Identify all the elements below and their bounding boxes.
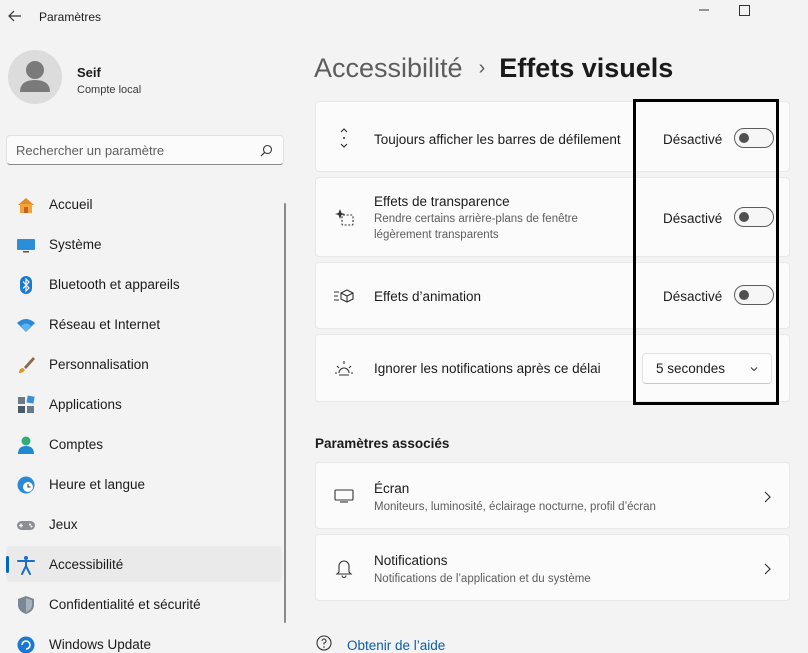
sidebar-item-label: Bluetooth et appareils	[49, 276, 180, 292]
sidebar-item-windows-update[interactable]: Windows Update	[6, 626, 282, 653]
sidebar-item-label: Système	[49, 236, 102, 252]
chevron-down-icon	[750, 367, 758, 372]
person-icon	[16, 435, 36, 455]
sidebar-scrollbar[interactable]	[284, 203, 286, 623]
sidebar-item-accueil[interactable]: Accueil	[6, 186, 282, 222]
sidebar-item-label: Confidentialité et sécurité	[49, 596, 201, 612]
transparency-icon	[333, 206, 355, 228]
search-input[interactable]	[16, 142, 246, 158]
sidebar-item-label: Accessibilité	[49, 556, 124, 572]
sidebar-item-bluetooth[interactable]: Bluetooth et appareils	[6, 266, 282, 302]
paintbrush-icon	[16, 355, 36, 375]
sidebar-item-confidentialite[interactable]: Confidentialité et sécurité	[6, 586, 282, 622]
clock-globe-icon	[16, 475, 36, 495]
help-row: Obtenir de l’aide	[315, 634, 445, 653]
accessibility-icon	[16, 555, 36, 575]
related-item-notifications[interactable]: Notifications Notifications de l’applica…	[315, 534, 790, 601]
user-name: Seif	[77, 65, 101, 80]
search-box[interactable]	[6, 135, 284, 165]
setting-description: Rendre certains arrière-plans de fenêtre…	[374, 213, 578, 241]
toggle-state-label: Désactivé	[663, 289, 723, 304]
page-title: Effets visuels	[499, 52, 674, 83]
setting-title: Effets d’animation	[374, 289, 482, 304]
sidebar-item-label: Heure et langue	[49, 476, 146, 492]
related-item-title: Notifications	[374, 553, 448, 568]
apps-icon	[16, 395, 36, 415]
user-account-type: Compte local	[77, 84, 142, 96]
sidebar-item-label: Jeux	[49, 516, 78, 532]
chevron-right-icon	[764, 491, 771, 503]
related-item-description: Moniteurs, luminosité, éclairage nocturn…	[374, 501, 656, 513]
back-arrow-icon[interactable]	[6, 5, 24, 27]
monitor-icon	[333, 485, 355, 507]
related-item-title: Écran	[374, 481, 410, 496]
sidebar-nav: Accueil Système Bluetooth et appareils R…	[6, 186, 282, 653]
maximize-icon[interactable]	[721, 0, 767, 20]
bell-icon	[333, 557, 355, 579]
sidebar-item-label: Applications	[49, 396, 122, 412]
sidebar-item-label: Réseau et Internet	[49, 316, 161, 332]
app-title: Paramètres	[39, 10, 102, 24]
related-settings-heading: Paramètres associés	[315, 436, 450, 451]
gamepad-icon	[16, 515, 36, 535]
setting-title: Effets de transparence	[374, 194, 510, 209]
notification-timeout-dropdown[interactable]: 5 secondes	[642, 353, 772, 384]
setting-animation-card: Effets d’animation Désactivé	[315, 262, 790, 329]
sidebar-item-label: Windows Update	[49, 636, 152, 652]
setting-title: Toujours afficher les barres de défileme…	[374, 132, 621, 147]
sidebar-item-label: Accueil	[49, 196, 93, 212]
bluetooth-icon	[16, 275, 36, 295]
setting-transparency-card: Effets de transparence Rendre certains a…	[315, 177, 790, 257]
sidebar-item-accessibilite[interactable]: Accessibilité	[6, 546, 282, 582]
sidebar-item-personnalisation[interactable]: Personnalisation	[6, 346, 282, 382]
toggle-state-label: Désactivé	[663, 211, 723, 226]
update-icon	[16, 635, 36, 653]
sidebar-item-label: Comptes	[49, 436, 104, 452]
related-item-description: Notifications de l’application et du sys…	[374, 573, 591, 585]
toggle-state-label: Désactivé	[663, 132, 723, 147]
breadcrumb: Accessibilité › Effets visuels	[314, 50, 673, 86]
home-icon	[16, 195, 36, 215]
related-item-ecran[interactable]: Écran Moniteurs, luminosité, éclairage n…	[315, 462, 790, 529]
title-bar: Paramètres	[0, 0, 808, 34]
avatar[interactable]	[8, 50, 62, 104]
transparency-toggle[interactable]	[734, 207, 774, 227]
shield-icon	[16, 595, 36, 615]
animation-icon	[333, 285, 355, 307]
breadcrumb-separator: ›	[478, 56, 486, 79]
sidebar-item-applications[interactable]: Applications	[6, 386, 282, 422]
wifi-icon	[16, 315, 36, 335]
sidebar-item-reseau[interactable]: Réseau et Internet	[6, 306, 282, 342]
scrollbars-toggle[interactable]	[734, 128, 774, 148]
sidebar-item-label: Personnalisation	[49, 356, 149, 372]
help-icon	[315, 634, 333, 653]
breadcrumb-parent[interactable]: Accessibilité	[314, 53, 463, 84]
search-icon[interactable]	[260, 144, 273, 157]
setting-notification-timeout-card: Ignorer les notifications après ce délai…	[315, 334, 790, 402]
help-link[interactable]: Obtenir de l’aide	[347, 638, 445, 653]
display-icon	[16, 235, 36, 255]
dropdown-value: 5 secondes	[656, 361, 726, 376]
sidebar-item-jeux[interactable]: Jeux	[6, 506, 282, 542]
animation-toggle[interactable]	[734, 285, 774, 305]
setting-scrollbars-card: Toujours afficher les barres de défileme…	[315, 101, 790, 172]
sidebar-item-comptes[interactable]: Comptes	[6, 426, 282, 462]
chevron-right-icon	[764, 563, 771, 575]
scroll-arrows-icon	[333, 127, 355, 149]
sun-timer-icon	[333, 357, 355, 379]
sidebar-item-heure-langue[interactable]: Heure et langue	[6, 466, 282, 502]
setting-title: Ignorer les notifications après ce délai	[374, 361, 601, 376]
sidebar-item-systeme[interactable]: Système	[6, 226, 282, 262]
